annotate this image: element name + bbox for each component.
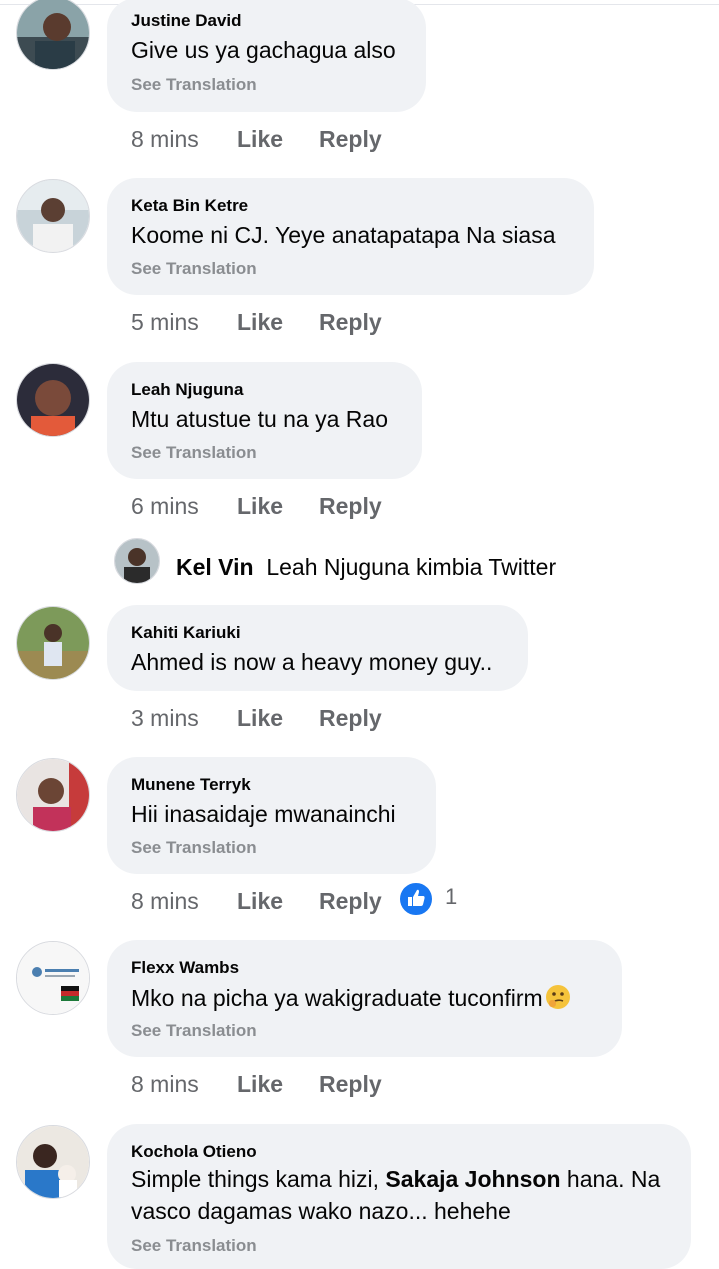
like-button[interactable]: Like	[237, 493, 283, 520]
comment-bubble: Kochola Otieno Simple things kama hizi, …	[107, 1124, 691, 1269]
comment-author[interactable]: Justine David	[131, 11, 242, 31]
comment-author[interactable]: Flexx Wambs	[131, 958, 239, 978]
comment-text: Give us ya gachagua also	[131, 37, 396, 63]
comment-time[interactable]: 8 mins	[131, 126, 199, 153]
comment-author[interactable]: Keta Bin Ketre	[131, 196, 248, 216]
comment-text-line2: vasco dagamas wako nazo... hehehe	[131, 1198, 511, 1224]
like-button[interactable]: Like	[237, 888, 283, 915]
comment-bubble: Keta Bin Ketre Koome ni CJ. Yeye anatapa…	[107, 178, 594, 295]
comment-bubble: Flexx Wambs Mko na picha ya wakigraduate…	[107, 940, 622, 1057]
avatar[interactable]	[16, 363, 90, 437]
like-button[interactable]: Like	[237, 1071, 283, 1098]
avatar[interactable]	[16, 179, 90, 253]
avatar[interactable]	[16, 1125, 90, 1199]
reply-author[interactable]: Kel Vin	[176, 554, 254, 580]
see-translation-link[interactable]: See Translation	[131, 1021, 257, 1041]
comment-bubble: Kahiti Kariuki Ahmed is now a heavy mone…	[107, 605, 528, 691]
comment-bubble: Munene Terryk Hii inasaidaje mwanainchi …	[107, 757, 436, 874]
reply-button[interactable]: Reply	[319, 493, 382, 520]
comment-text: Koome ni CJ. Yeye anatapatapa Na siasa	[131, 222, 556, 248]
reply-button[interactable]: Reply	[319, 309, 382, 336]
comment-text: Ahmed is now a heavy money guy..	[131, 649, 493, 675]
like-button[interactable]: Like	[237, 309, 283, 336]
reply-text: Leah Njuguna kimbia Twitter	[266, 554, 557, 580]
reply-button[interactable]: Reply	[319, 126, 382, 153]
see-translation-link[interactable]: See Translation	[131, 75, 257, 95]
reply-button[interactable]: Reply	[319, 888, 382, 915]
avatar[interactable]	[16, 941, 90, 1015]
avatar[interactable]	[16, 0, 90, 70]
reply-avatar[interactable]	[114, 538, 160, 584]
see-translation-link[interactable]: See Translation	[131, 443, 257, 463]
comment-author[interactable]: Kahiti Kariuki	[131, 623, 241, 643]
comment-text: Hii inasaidaje mwanainchi	[131, 801, 396, 827]
tagged-user-link[interactable]: Sakaja Johnson	[385, 1166, 560, 1192]
avatar[interactable]	[16, 758, 90, 832]
thinking-face-icon	[545, 984, 571, 1016]
see-translation-link[interactable]: See Translation	[131, 1236, 257, 1256]
nested-reply: Kel Vin Leah Njuguna kimbia Twitter	[176, 554, 556, 581]
comment-text: Simple things kama hizi, Sakaja Johnson …	[131, 1166, 661, 1192]
comment-time[interactable]: 5 mins	[131, 309, 199, 336]
comment-author[interactable]: Munene Terryk	[131, 775, 251, 795]
comment-author[interactable]: Kochola Otieno	[131, 1142, 257, 1162]
see-translation-link[interactable]: See Translation	[131, 259, 257, 279]
comment-text: Mtu atustue tu na ya Rao	[131, 406, 388, 432]
comment-text: Mko na picha ya wakigraduate tuconfirm	[131, 984, 571, 1016]
comment-time[interactable]: 8 mins	[131, 888, 199, 915]
comment-bubble: Justine David Give us ya gachagua also S…	[107, 0, 426, 112]
see-translation-link[interactable]: See Translation	[131, 838, 257, 858]
comment-bubble: Leah Njuguna Mtu atustue tu na ya Rao Se…	[107, 362, 422, 479]
comment-time[interactable]: 3 mins	[131, 705, 199, 732]
reply-button[interactable]: Reply	[319, 1071, 382, 1098]
like-button[interactable]: Like	[237, 705, 283, 732]
comment-time[interactable]: 6 mins	[131, 493, 199, 520]
thumbs-up-icon[interactable]	[398, 881, 434, 917]
like-button[interactable]: Like	[237, 126, 283, 153]
comment-author[interactable]: Leah Njuguna	[131, 380, 243, 400]
avatar[interactable]	[16, 606, 90, 680]
reaction-count[interactable]: 1	[445, 884, 457, 910]
comment-time[interactable]: 8 mins	[131, 1071, 199, 1098]
reply-button[interactable]: Reply	[319, 705, 382, 732]
